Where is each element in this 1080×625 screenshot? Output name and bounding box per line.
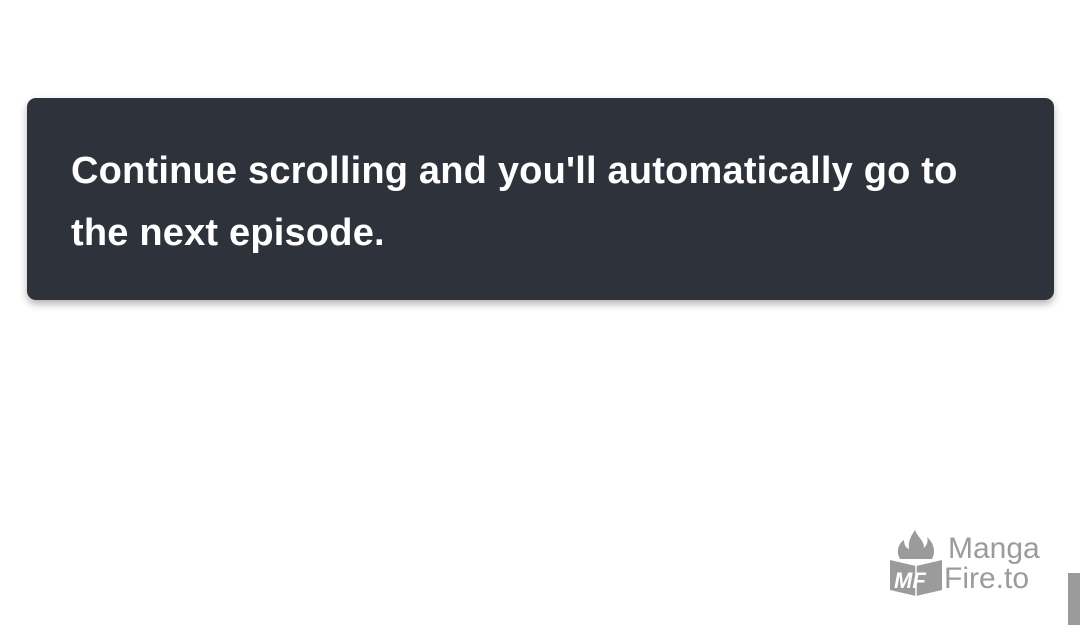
flame-book-logo-icon: MF Manga Fire.to: [890, 530, 1040, 596]
mangafire-watermark: MF Manga Fire.to: [888, 528, 1058, 598]
notice-message: Continue scrolling and you'll automatica…: [71, 150, 958, 254]
scrollbar-thumb[interactable]: [1068, 573, 1080, 625]
auto-next-episode-notice: Continue scrolling and you'll automatica…: [27, 98, 1054, 300]
watermark-logo-letters: MF: [894, 568, 926, 593]
watermark-line1: Manga: [948, 532, 1040, 565]
watermark-line2: Fire.to: [944, 562, 1029, 595]
reader-page: Continue scrolling and you'll automatica…: [0, 0, 1080, 625]
